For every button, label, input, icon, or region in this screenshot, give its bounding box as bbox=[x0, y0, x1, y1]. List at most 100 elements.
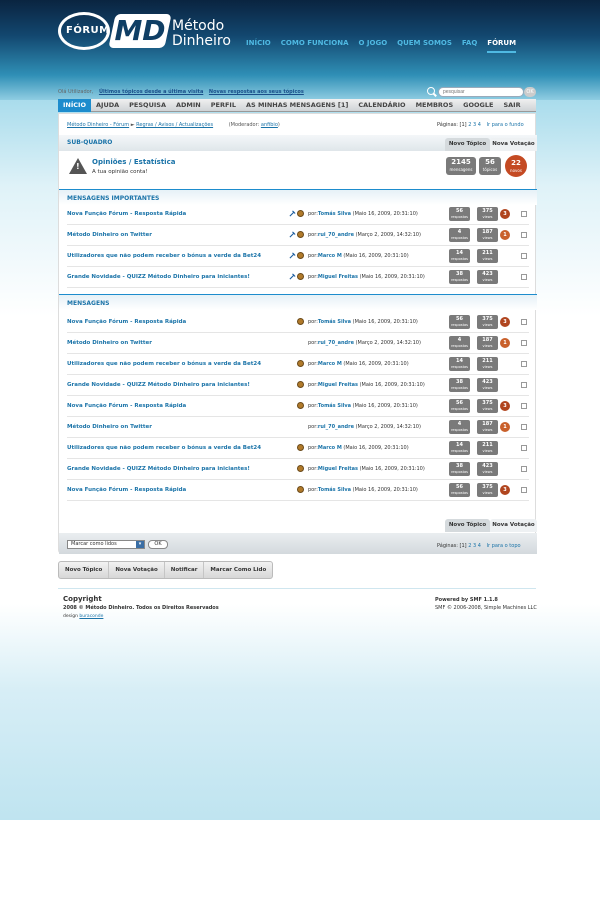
select-checkbox[interactable] bbox=[521, 361, 527, 367]
nav-membros[interactable]: MEMBROS bbox=[411, 99, 459, 112]
top-nav-como-funciona[interactable]: COMO FUNCIONA bbox=[281, 39, 349, 53]
select-checkbox[interactable] bbox=[521, 253, 527, 259]
recent-topics-link[interactable]: Últimos tópicos desde a última visita bbox=[99, 89, 203, 95]
stat-messages-label: mensagens bbox=[449, 167, 473, 172]
new-posts-badge[interactable]: 3 bbox=[500, 485, 510, 495]
action-new-poll[interactable]: Nova Votação bbox=[109, 562, 165, 578]
moderator-link[interactable]: anfibio bbox=[261, 122, 278, 128]
go-top-link[interactable]: Ir para o topo bbox=[487, 543, 521, 549]
topic-title[interactable]: Método Dinheiro on Twitter bbox=[67, 340, 152, 346]
page-2-link[interactable]: 2 bbox=[468, 543, 471, 549]
author-link[interactable]: Tomás Silva bbox=[318, 487, 351, 493]
nav-ajuda[interactable]: AJUDA bbox=[91, 99, 124, 112]
topic-row: Método Dinheiro on Twitter por:rui_70_and… bbox=[67, 417, 529, 438]
top-nav-faq[interactable]: FAQ bbox=[462, 39, 477, 53]
search-input[interactable] bbox=[438, 87, 524, 97]
select-checkbox[interactable] bbox=[521, 211, 527, 217]
action-notify[interactable]: Notificar bbox=[165, 562, 205, 578]
new-posts-badge[interactable]: 3 bbox=[500, 401, 510, 411]
nav-perfil[interactable]: PERFIL bbox=[206, 99, 241, 112]
mark-read-select[interactable]: Marcar como lidos ▾ bbox=[67, 540, 145, 549]
topic-title[interactable]: Nova Função Fórum - Resposta Rápida bbox=[67, 211, 186, 217]
select-checkbox[interactable] bbox=[521, 382, 527, 388]
subboard-title[interactable]: Opiniões / Estatística bbox=[92, 158, 175, 166]
topic-title[interactable]: Grande Novidade - QUIZZ Método Dinheiro … bbox=[67, 382, 250, 388]
author-link[interactable]: Marco M bbox=[318, 361, 342, 367]
page-4-link[interactable]: 4 bbox=[478, 543, 481, 549]
topic-title[interactable]: Grande Novidade - QUIZZ Método Dinheiro … bbox=[67, 466, 250, 472]
author-link[interactable]: Tomás Silva bbox=[318, 319, 351, 325]
select-checkbox[interactable] bbox=[521, 274, 527, 280]
nav-google[interactable]: GOOGLE bbox=[458, 99, 498, 112]
go-bottom-link[interactable]: Ir para o fundo bbox=[487, 122, 524, 128]
topic-title[interactable]: Utilizadores que não podem receber o bón… bbox=[67, 253, 261, 259]
author-link[interactable]: Tomás Silva bbox=[318, 211, 351, 217]
nav-calendario[interactable]: CALENDÁRIO bbox=[353, 99, 410, 112]
author-link[interactable]: Miguel Freitas bbox=[318, 466, 358, 472]
select-checkbox[interactable] bbox=[521, 466, 527, 472]
select-checkbox[interactable] bbox=[521, 340, 527, 346]
bottom-tab-new-poll[interactable]: Nova Votação bbox=[490, 519, 537, 532]
ok-button[interactable]: OK bbox=[148, 540, 168, 549]
top-nav-inicio[interactable]: INÍCIO bbox=[246, 39, 271, 53]
powered-by[interactable]: Powered by SMF 1.1.8 bbox=[435, 597, 498, 603]
author-link[interactable]: Marco M bbox=[318, 445, 342, 451]
topic-title[interactable]: Método Dinheiro on Twitter bbox=[67, 424, 152, 430]
select-checkbox[interactable] bbox=[521, 487, 527, 493]
page-2-link[interactable]: 2 bbox=[468, 122, 471, 128]
author-link[interactable]: Marco M bbox=[318, 253, 342, 259]
views-count: 187 views bbox=[477, 336, 498, 350]
nav-pesquisa[interactable]: PESQUISA bbox=[124, 99, 171, 112]
by-label: por: bbox=[308, 487, 318, 493]
breadcrumb-forum[interactable]: Método Dinheiro - Fórum bbox=[67, 122, 129, 128]
topic-title[interactable]: Nova Função Fórum - Resposta Rápida bbox=[67, 403, 186, 409]
select-checkbox[interactable] bbox=[521, 319, 527, 325]
design-link[interactable]: buraconde bbox=[79, 614, 103, 619]
smf-credit[interactable]: SMF © 2006-2008, Simple Machines LLC bbox=[435, 605, 537, 611]
page-4-link[interactable]: 4 bbox=[478, 122, 481, 128]
action-mark-read[interactable]: Marcar Como Lido bbox=[204, 562, 272, 578]
author-link[interactable]: rui_70_andre bbox=[318, 424, 354, 430]
action-new-topic[interactable]: Novo Tópico bbox=[59, 562, 110, 578]
author-link[interactable]: Miguel Freitas bbox=[318, 382, 358, 388]
nav-sair[interactable]: SAIR bbox=[498, 99, 525, 112]
page-3-link[interactable]: 3 bbox=[473, 543, 476, 549]
select-checkbox[interactable] bbox=[521, 403, 527, 409]
select-checkbox[interactable] bbox=[521, 445, 527, 451]
tab-new-poll[interactable]: Nova Votação bbox=[490, 138, 537, 151]
bottom-tab-new-topic[interactable]: Novo Tópico bbox=[445, 519, 490, 532]
new-posts-badge[interactable]: 1 bbox=[500, 422, 510, 432]
author-link[interactable]: rui_70_andre bbox=[318, 340, 354, 346]
search-icon[interactable] bbox=[427, 87, 435, 95]
new-posts-badge[interactable]: 3 bbox=[500, 209, 510, 219]
page-3-link[interactable]: 3 bbox=[473, 122, 476, 128]
tab-new-topic[interactable]: Novo Tópico bbox=[445, 138, 490, 151]
topic-title[interactable]: Utilizadores que não podem receber o bón… bbox=[67, 445, 261, 451]
new-posts-badge[interactable]: 1 bbox=[500, 338, 510, 348]
topic-title[interactable]: Método Dinheiro on Twitter bbox=[67, 232, 152, 238]
author-link[interactable]: rui_70_andre bbox=[318, 232, 354, 238]
nav-inicio[interactable]: INÍCIO bbox=[58, 98, 91, 112]
nav-admin[interactable]: ADMIN bbox=[171, 99, 206, 112]
new-posts-badge[interactable]: 3 bbox=[500, 317, 510, 327]
nav-mensagens[interactable]: AS MINHAS MENSAGENS [1] bbox=[241, 99, 353, 112]
author-link[interactable]: Miguel Freitas bbox=[318, 274, 358, 280]
select-checkbox[interactable] bbox=[521, 424, 527, 430]
top-nav-o-jogo[interactable]: O JOGO bbox=[359, 39, 388, 53]
top-nav-forum[interactable]: FÓRUM bbox=[487, 39, 517, 53]
replies-count: 38 respostas bbox=[449, 378, 470, 392]
author-link[interactable]: Tomás Silva bbox=[318, 403, 351, 409]
breadcrumb-board[interactable]: Regras / Avisos / Actualizações bbox=[136, 122, 213, 128]
logo-md-mark: MD bbox=[108, 14, 172, 48]
topic-title[interactable]: Utilizadores que não podem receber o bón… bbox=[67, 361, 261, 367]
copyright-title: Copyright bbox=[63, 595, 102, 603]
topic-title[interactable]: Nova Função Fórum - Resposta Rápida bbox=[67, 487, 186, 493]
topic-title[interactable]: Nova Função Fórum - Resposta Rápida bbox=[67, 319, 186, 325]
replies-label: respostas bbox=[451, 215, 468, 219]
new-posts-badge[interactable]: 1 bbox=[500, 230, 510, 240]
top-nav-quem-somos[interactable]: QUEM SOMOS bbox=[397, 39, 452, 53]
search-button[interactable]: OK bbox=[524, 87, 536, 97]
topic-title[interactable]: Grande Novidade - QUIZZ Método Dinheiro … bbox=[67, 274, 250, 280]
new-replies-link[interactable]: Novas respostas aos seus tópicos bbox=[209, 89, 304, 95]
select-checkbox[interactable] bbox=[521, 232, 527, 238]
